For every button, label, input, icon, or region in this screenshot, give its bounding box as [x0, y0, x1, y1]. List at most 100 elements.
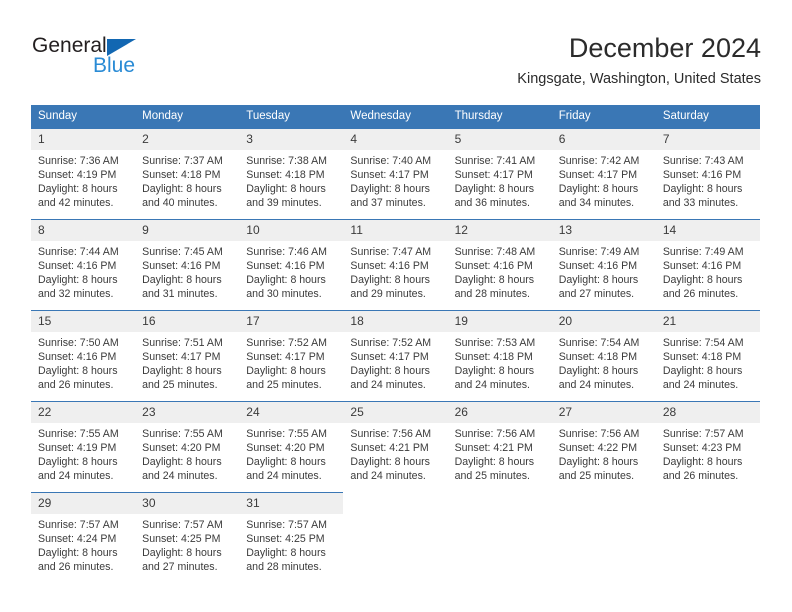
calendar-day-cell[interactable]: 10 Sunrise: 7:46 AM Sunset: 4:16 PM Dayligh… [239, 219, 344, 309]
calendar-day-cell[interactable]: 25 Sunrise: 7:56 AM Sunset: 4:21 PM Dayligh… [343, 401, 448, 491]
calendar-day-cell[interactable]: 30 Sunrise: 7:57 AM Sunset: 4:25 PM Dayligh… [135, 492, 240, 582]
daylight-duration-line1: Daylight: 8 hours [350, 183, 430, 195]
calendar-day-cell[interactable]: 3 Sunrise: 7:38 AM Sunset: 4:18 PM Daylight… [239, 128, 344, 218]
calendar-day-cell[interactable]: 21 Sunrise: 7:54 AM Sunset: 4:18 PM Dayligh… [655, 310, 760, 400]
daylight-duration-line1: Daylight: 8 hours [454, 456, 535, 468]
calendar-day-cell[interactable]: 16 Sunrise: 7:51 AM Sunset: 4:17 PM Dayligh… [135, 310, 240, 400]
day-details: Sunrise: 7:38 AM Sunset: 4:18 PM Daylight:… [239, 150, 343, 210]
sunrise-time: Sunrise: 7:51 AM [142, 337, 223, 349]
day-details: Sunrise: 7:37 AM Sunset: 4:18 PM Daylight:… [135, 150, 239, 210]
sunset-time: Sunset: 4:16 PM [662, 260, 742, 272]
sunrise-time: Sunrise: 7:56 AM [558, 428, 640, 440]
calendar-week-row: 15 Sunrise: 7:50 AM Sunset: 4:16 PM Dayligh… [31, 310, 760, 400]
day-details: Sunrise: 7:56 AM Sunset: 4:21 PM Daylight:… [448, 423, 552, 483]
calendar-day-cell[interactable]: 28 Sunrise: 7:57 AM Sunset: 4:23 PM Dayligh… [655, 401, 760, 491]
day-details: Sunrise: 7:40 AM Sunset: 4:17 PM Daylight:… [343, 150, 447, 210]
calendar-day-cell[interactable]: 4 Sunrise: 7:40 AM Sunset: 4:17 PM Daylight… [343, 128, 448, 218]
calendar-day-cell[interactable]: 22 Sunrise: 7:55 AM Sunset: 4:19 PM Dayligh… [31, 401, 136, 491]
sunset-time: Sunset: 4:18 PM [558, 351, 638, 363]
day-number: 15 [31, 311, 136, 332]
daylight-duration-line2: and 25 minutes. [246, 379, 322, 391]
sunrise-time: Sunrise: 7:43 AM [662, 155, 744, 167]
day-number: 31 [239, 493, 344, 514]
calendar-day-cell[interactable]: 17 Sunrise: 7:52 AM Sunset: 4:17 PM Dayligh… [239, 310, 344, 400]
sunrise-time: Sunrise: 7:44 AM [38, 246, 119, 258]
day-number: 22 [31, 402, 136, 423]
weekday-header-wednesday: Wednesday [343, 105, 448, 129]
calendar-week-row: 8 Sunrise: 7:44 AM Sunset: 4:16 PM Daylight… [31, 219, 760, 309]
day-details: Sunrise: 7:53 AM Sunset: 4:18 PM Daylight:… [448, 332, 552, 392]
daylight-duration-line2: and 24 minutes. [558, 379, 635, 391]
calendar-day-cell[interactable]: 15 Sunrise: 7:50 AM Sunset: 4:16 PM Dayligh… [31, 310, 136, 400]
daylight-duration-line1: Daylight: 8 hours [38, 183, 118, 195]
daylight-duration-line1: Daylight: 8 hours [38, 274, 118, 286]
calendar-day-cell[interactable]: 20 Sunrise: 7:54 AM Sunset: 4:18 PM Dayligh… [551, 310, 656, 400]
weekday-header-friday: Friday [551, 105, 656, 129]
calendar-day-cell-empty [656, 493, 760, 583]
day-details: Sunrise: 7:52 AM Sunset: 4:17 PM Daylight:… [343, 332, 447, 392]
sunset-time: Sunset: 4:23 PM [662, 442, 742, 454]
day-details: Sunrise: 7:56 AM Sunset: 4:21 PM Daylight:… [343, 423, 447, 483]
calendar-day-cell[interactable]: 12 Sunrise: 7:48 AM Sunset: 4:16 PM Dayligh… [447, 219, 552, 309]
calendar-day-cell[interactable]: 27 Sunrise: 7:56 AM Sunset: 4:22 PM Dayligh… [551, 401, 656, 491]
sunrise-time: Sunrise: 7:36 AM [38, 155, 119, 167]
day-details: Sunrise: 7:57 AM Sunset: 4:25 PM Daylight:… [239, 514, 343, 574]
sunrise-time: Sunrise: 7:56 AM [350, 428, 432, 440]
day-number: 9 [135, 220, 240, 241]
day-number: 6 [551, 129, 656, 150]
calendar-day-cell[interactable]: 1 Sunrise: 7:36 AM Sunset: 4:19 PM Daylight… [31, 128, 136, 218]
day-number: 23 [135, 402, 240, 423]
daylight-duration-line2: and 31 minutes. [142, 288, 218, 300]
sunset-time: Sunset: 4:17 PM [350, 351, 429, 363]
calendar-day-cell[interactable]: 6 Sunrise: 7:42 AM Sunset: 4:17 PM Daylight… [551, 128, 656, 218]
calendar-day-cell[interactable]: 8 Sunrise: 7:44 AM Sunset: 4:16 PM Daylight… [31, 219, 136, 309]
day-number: 12 [447, 220, 552, 241]
general-blue-logo[interactable]: General Blue [31, 34, 211, 86]
sunrise-time: Sunrise: 7:47 AM [350, 246, 432, 258]
calendar-day-cell[interactable]: 24 Sunrise: 7:55 AM Sunset: 4:20 PM Dayligh… [239, 401, 344, 491]
daylight-duration-line2: and 29 minutes. [350, 288, 426, 300]
sunrise-time: Sunrise: 7:55 AM [246, 428, 327, 440]
daylight-duration-line1: Daylight: 8 hours [662, 183, 743, 195]
sunrise-time: Sunrise: 7:57 AM [142, 519, 223, 531]
sunset-time: Sunset: 4:17 PM [350, 169, 429, 181]
calendar-day-cell[interactable]: 29 Sunrise: 7:57 AM Sunset: 4:24 PM Dayligh… [31, 492, 136, 582]
daylight-duration-line1: Daylight: 8 hours [38, 547, 118, 559]
sunset-time: Sunset: 4:20 PM [142, 442, 221, 454]
calendar-day-cell[interactable]: 14 Sunrise: 7:49 AM Sunset: 4:16 PM Dayligh… [655, 219, 760, 309]
weekday-header-monday: Monday [135, 105, 240, 129]
day-details: Sunrise: 7:55 AM Sunset: 4:20 PM Daylight:… [135, 423, 239, 483]
calendar-day-cell[interactable]: 11 Sunrise: 7:47 AM Sunset: 4:16 PM Dayligh… [343, 219, 448, 309]
day-details: Sunrise: 7:49 AM Sunset: 4:16 PM Daylight:… [552, 241, 656, 301]
page-header: General Blue December 2024 Kingsgate, Wa… [31, 32, 761, 98]
calendar-day-cell[interactable]: 9 Sunrise: 7:45 AM Sunset: 4:16 PM Daylight… [135, 219, 240, 309]
calendar-day-cell[interactable]: 5 Sunrise: 7:41 AM Sunset: 4:17 PM Daylight… [447, 128, 552, 218]
day-number: 20 [551, 311, 656, 332]
weekday-header-thursday: Thursday [447, 105, 552, 129]
calendar-day-cell[interactable]: 19 Sunrise: 7:53 AM Sunset: 4:18 PM Dayligh… [447, 310, 552, 400]
sunset-time: Sunset: 4:16 PM [454, 260, 533, 272]
day-details: Sunrise: 7:57 AM Sunset: 4:23 PM Daylight:… [656, 423, 760, 483]
calendar-day-cell[interactable]: 23 Sunrise: 7:55 AM Sunset: 4:20 PM Dayligh… [135, 401, 240, 491]
calendar-day-cell[interactable]: 7 Sunrise: 7:43 AM Sunset: 4:16 PM Daylight… [655, 128, 760, 218]
sunset-time: Sunset: 4:21 PM [350, 442, 429, 454]
day-details: Sunrise: 7:56 AM Sunset: 4:22 PM Daylight:… [552, 423, 656, 483]
sunrise-time: Sunrise: 7:57 AM [662, 428, 744, 440]
day-number: 13 [551, 220, 656, 241]
sunset-time: Sunset: 4:17 PM [558, 169, 638, 181]
calendar-day-cell[interactable]: 31 Sunrise: 7:57 AM Sunset: 4:25 PM Dayligh… [239, 492, 344, 582]
day-details: Sunrise: 7:47 AM Sunset: 4:16 PM Daylight:… [343, 241, 447, 301]
daylight-duration-line2: and 25 minutes. [558, 470, 635, 482]
calendar-day-cell-empty [552, 493, 656, 583]
calendar-day-cell[interactable]: 2 Sunrise: 7:37 AM Sunset: 4:18 PM Daylight… [135, 128, 240, 218]
sunrise-time: Sunrise: 7:46 AM [246, 246, 327, 258]
sunrise-time: Sunrise: 7:54 AM [558, 337, 640, 349]
calendar-day-cell[interactable]: 18 Sunrise: 7:52 AM Sunset: 4:17 PM Dayligh… [343, 310, 448, 400]
weekday-header-sunday: Sunday [31, 105, 136, 129]
day-details: Sunrise: 7:54 AM Sunset: 4:18 PM Daylight:… [656, 332, 760, 392]
calendar-day-cell[interactable]: 13 Sunrise: 7:49 AM Sunset: 4:16 PM Dayligh… [551, 219, 656, 309]
sunset-time: Sunset: 4:16 PM [38, 351, 117, 363]
calendar-day-cell[interactable]: 26 Sunrise: 7:56 AM Sunset: 4:21 PM Dayligh… [447, 401, 552, 491]
calendar-week-row: 29 Sunrise: 7:57 AM Sunset: 4:24 PM Dayligh… [31, 492, 760, 583]
calendar-day-cell-empty [448, 493, 552, 583]
